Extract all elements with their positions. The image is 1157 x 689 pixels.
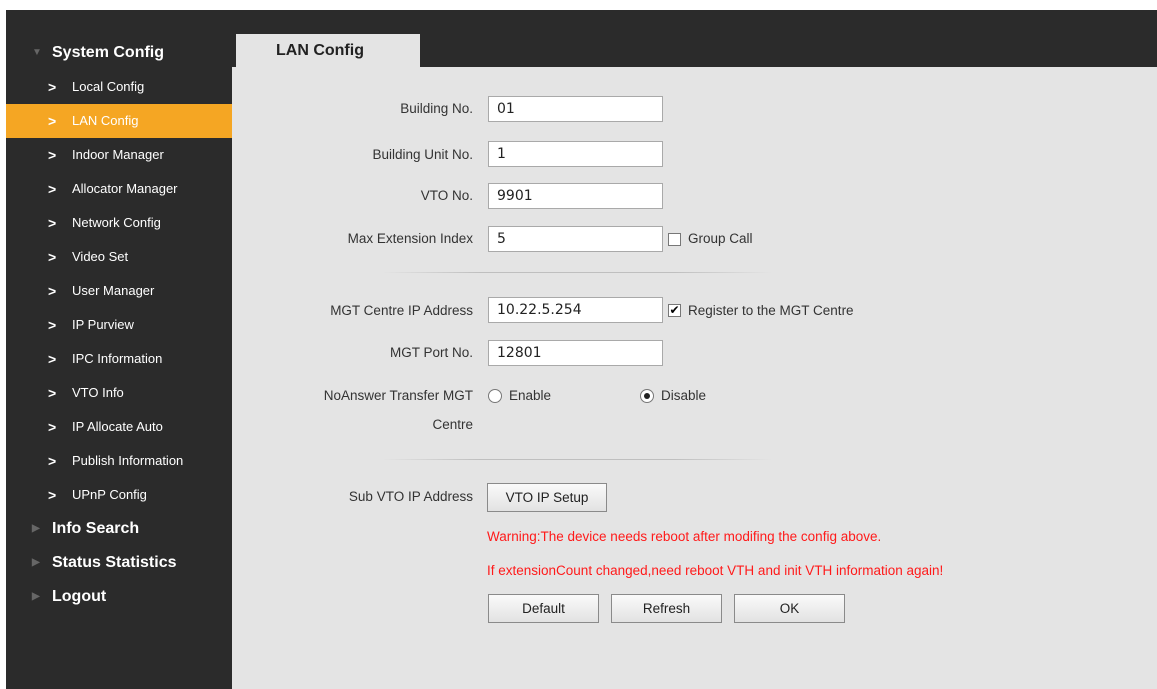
- sidebar-item-label: IP Allocate Auto: [72, 419, 163, 434]
- sidebar-item-ip-allocate-auto[interactable]: > IP Allocate Auto: [6, 410, 232, 444]
- chevron-right-icon: >: [48, 181, 57, 197]
- triangle-down-icon: ▼: [32, 47, 42, 58]
- sidebar-item-indoor-manager[interactable]: > Indoor Manager: [6, 138, 232, 172]
- sidebar-item-label: Allocator Manager: [72, 181, 178, 196]
- register-mgt-checkbox[interactable]: ✔: [668, 304, 681, 317]
- sidebar-section-label: Status Statistics: [52, 554, 177, 571]
- sidebar-item-label: Publish Information: [72, 453, 184, 468]
- sidebar-item-label: IP Purview: [72, 317, 134, 332]
- sidebar-section-system-config[interactable]: ▼ System Config: [6, 36, 232, 70]
- building-unit-no-field[interactable]: 1: [488, 141, 663, 167]
- content-panel: Building No. 01 Building Unit No. 1 VTO …: [232, 67, 1157, 689]
- refresh-button[interactable]: Refresh: [611, 594, 722, 623]
- chevron-right-icon: >: [48, 113, 57, 129]
- ok-button[interactable]: OK: [734, 594, 845, 623]
- noanswer-enable-radio[interactable]: [488, 389, 502, 403]
- vto-no-label: VTO No.: [420, 188, 473, 203]
- chevron-right-icon: >: [48, 317, 57, 333]
- sidebar-item-network-config[interactable]: > Network Config: [6, 206, 232, 240]
- vto-ip-setup-button[interactable]: VTO IP Setup: [487, 483, 607, 512]
- mgt-centre-ip-label: MGT Centre IP Address: [330, 303, 473, 318]
- section-divider: [382, 272, 772, 273]
- mgt-port-field[interactable]: 12801: [488, 340, 663, 366]
- sidebar-item-ip-purview[interactable]: > IP Purview: [6, 308, 232, 342]
- sidebar-item-label: Video Set: [72, 249, 129, 264]
- chevron-right-icon: >: [48, 249, 57, 265]
- chevron-right-icon: >: [48, 147, 57, 163]
- mgt-port-label: MGT Port No.: [389, 345, 473, 360]
- group-call-label: Group Call: [688, 231, 753, 246]
- sidebar-item-user-manager[interactable]: > User Manager: [6, 274, 232, 308]
- sidebar-section-label: Info Search: [52, 520, 140, 537]
- sidebar-section-status-statistics[interactable]: ▶ Status Statistics: [6, 546, 232, 580]
- tab-label: LAN Config: [276, 42, 364, 59]
- sidebar-item-label: LAN Config: [72, 113, 139, 128]
- sidebar-item-label: Local Config: [72, 79, 145, 94]
- noanswer-label-line1: NoAnswer Transfer MGT: [323, 388, 473, 403]
- sidebar-item-label: IPC Information: [72, 351, 163, 366]
- chevron-right-icon: >: [48, 385, 57, 401]
- mgt-centre-ip-field[interactable]: 10.22.5.254: [488, 297, 663, 323]
- building-unit-no-label: Building Unit No.: [372, 147, 473, 162]
- tab-lan-config[interactable]: LAN Config: [236, 34, 420, 68]
- noanswer-label-line2: Centre: [432, 417, 473, 432]
- sidebar: ▼ System Config > Local Config > LAN Confi…: [6, 36, 232, 689]
- sidebar-item-publish-information[interactable]: > Publish Information: [6, 444, 232, 478]
- sidebar-item-label: UPnP Config: [72, 487, 147, 502]
- register-mgt-label: Register to the MGT Centre: [688, 303, 854, 318]
- sidebar-item-ipc-information[interactable]: > IPC Information: [6, 342, 232, 376]
- sidebar-section-logout[interactable]: ▶ Logout: [6, 580, 232, 614]
- sidebar-item-upnp-config[interactable]: > UPnP Config: [6, 478, 232, 512]
- sidebar-item-lan-config[interactable]: > LAN Config: [6, 104, 232, 138]
- extension-warning: If extensionCount changed,need reboot VT…: [487, 563, 944, 578]
- chevron-right-icon: >: [48, 419, 57, 435]
- chevron-right-icon: >: [48, 351, 57, 367]
- reboot-warning: Warning:The device needs reboot after mo…: [487, 529, 882, 544]
- default-button[interactable]: Default: [488, 594, 599, 623]
- building-no-field[interactable]: 01: [488, 96, 663, 122]
- sidebar-item-label: VTO Info: [72, 385, 124, 400]
- sidebar-item-label: Indoor Manager: [72, 147, 164, 162]
- sidebar-section-label: System Config: [52, 44, 165, 61]
- sidebar-item-label: Network Config: [72, 215, 161, 230]
- sidebar-section-info-search[interactable]: ▶ Info Search: [6, 512, 232, 546]
- sidebar-item-allocator-manager[interactable]: > Allocator Manager: [6, 172, 232, 206]
- triangle-right-icon: ▶: [32, 557, 40, 568]
- triangle-right-icon: ▶: [32, 523, 40, 534]
- section-divider: [382, 459, 772, 460]
- triangle-right-icon: ▶: [32, 591, 40, 602]
- chevron-right-icon: >: [48, 215, 57, 231]
- chevron-right-icon: >: [48, 283, 57, 299]
- building-no-label: Building No.: [400, 101, 473, 116]
- sidebar-section-label: Logout: [52, 588, 107, 605]
- chevron-right-icon: >: [48, 453, 57, 469]
- sidebar-item-vto-info[interactable]: > VTO Info: [6, 376, 232, 410]
- sidebar-item-local-config[interactable]: > Local Config: [6, 70, 232, 104]
- noanswer-disable-label: Disable: [661, 388, 707, 403]
- max-extension-index-field[interactable]: 5: [488, 226, 663, 252]
- noanswer-disable-radio[interactable]: [640, 389, 654, 403]
- group-call-checkbox[interactable]: [668, 233, 681, 246]
- chevron-right-icon: >: [48, 79, 57, 95]
- sub-vto-ip-label: Sub VTO IP Address: [348, 489, 473, 504]
- chevron-right-icon: >: [48, 487, 57, 503]
- max-extension-index-label: Max Extension Index: [347, 231, 473, 246]
- sidebar-item-video-set[interactable]: > Video Set: [6, 240, 232, 274]
- sidebar-item-label: User Manager: [72, 283, 155, 298]
- vto-no-field[interactable]: 9901: [488, 183, 663, 209]
- noanswer-enable-label: Enable: [509, 388, 552, 403]
